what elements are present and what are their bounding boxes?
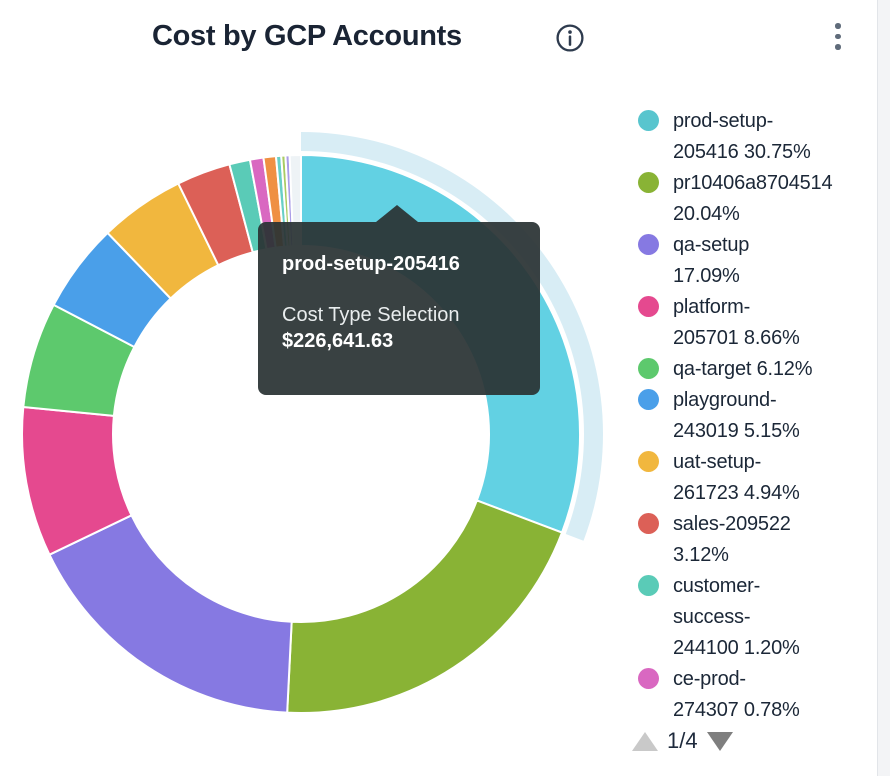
legend-item[interactable]: sales-2095223.12%: [638, 509, 880, 571]
tooltip-title: prod-setup-205416: [282, 252, 516, 276]
legend-swatch-icon: [638, 668, 659, 689]
legend-item[interactable]: prod-setup-205416 30.75%: [638, 106, 880, 168]
legend-item[interactable]: qa-target 6.12%: [638, 354, 880, 385]
legend-item[interactable]: customer-success-244100 1.20%: [638, 571, 880, 664]
legend-label: prod-setup-205416 30.75%: [673, 106, 811, 168]
legend-label: qa-setup17.09%: [673, 230, 749, 292]
tooltip-arrow: [376, 205, 418, 222]
legend-label: qa-target 6.12%: [673, 354, 812, 385]
legend-label: playground-243019 5.15%: [673, 385, 800, 447]
panel-edge: [877, 0, 890, 776]
legend-swatch-icon: [638, 110, 659, 131]
legend-swatch-icon: [638, 172, 659, 193]
legend-label: ce-prod-274307 0.78%: [673, 664, 800, 716]
legend-label: uat-setup-261723 4.94%: [673, 447, 800, 509]
legend: prod-setup-205416 30.75%pr10406a87045142…: [638, 106, 880, 716]
legend-item[interactable]: pr10406a870451420.04%: [638, 168, 880, 230]
legend-page-up-icon[interactable]: [632, 732, 658, 751]
legend-item[interactable]: ce-prod-274307 0.78%: [638, 664, 880, 716]
legend-swatch-icon: [638, 296, 659, 317]
legend-label: platform-205701 8.66%: [673, 292, 800, 354]
legend-item[interactable]: platform-205701 8.66%: [638, 292, 880, 354]
legend-swatch-icon: [638, 234, 659, 255]
legend-swatch-icon: [638, 389, 659, 410]
legend-item[interactable]: playground-243019 5.15%: [638, 385, 880, 447]
legend-pager: 1/4: [632, 729, 733, 753]
legend-page-down-icon[interactable]: [707, 732, 733, 751]
chart-tooltip: prod-setup-205416 Cost Type Selection $2…: [258, 222, 540, 395]
legend-swatch-icon: [638, 358, 659, 379]
legend-item[interactable]: qa-setup17.09%: [638, 230, 880, 292]
donut-slice-pr10406a8704514[interactable]: [287, 500, 562, 713]
legend-page-label: 1/4: [667, 729, 698, 753]
tooltip-value: $226,641.63: [282, 328, 516, 354]
kebab-menu-icon[interactable]: [831, 23, 845, 57]
legend-swatch-icon: [638, 575, 659, 596]
legend-label: pr10406a870451420.04%: [673, 168, 832, 230]
legend-label: sales-2095223.12%: [673, 509, 791, 571]
legend-item[interactable]: uat-setup-261723 4.94%: [638, 447, 880, 509]
legend-swatch-icon: [638, 451, 659, 472]
legend-label: customer-success-244100 1.20%: [673, 571, 800, 664]
legend-swatch-icon: [638, 513, 659, 534]
tooltip-label: Cost Type Selection: [282, 302, 516, 328]
donut-slice-qa-setup[interactable]: [49, 515, 291, 712]
